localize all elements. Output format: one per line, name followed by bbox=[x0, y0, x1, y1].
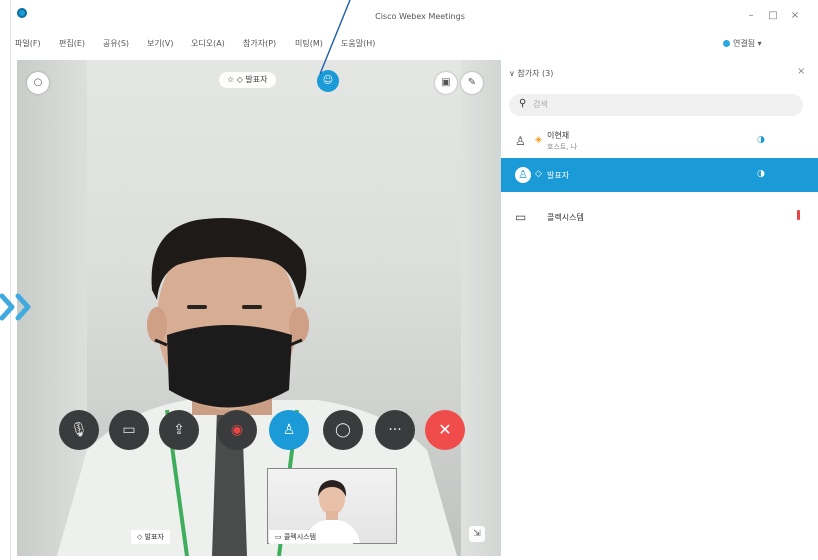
camera-icon: ▭ bbox=[122, 422, 136, 438]
status-icon: ◇ bbox=[535, 169, 542, 179]
participant-role: 호스트, 나 bbox=[547, 143, 578, 151]
person-icon: ♙ bbox=[515, 167, 531, 183]
menu-participants[interactable]: 참가자(P) bbox=[243, 38, 276, 49]
active-speaker-pill: ☆ ◇ 발표자 bbox=[219, 72, 276, 88]
menu-help[interactable]: 도움말(H) bbox=[341, 38, 375, 49]
grid-icon: ▣ bbox=[441, 77, 451, 88]
search-placeholder: 검색 bbox=[533, 100, 548, 109]
menu-file[interactable]: 파일(F) bbox=[15, 38, 41, 49]
layout-grid-button[interactable]: ▣ bbox=[435, 72, 457, 94]
connection-status-label: 연결됨 ▾ bbox=[733, 39, 762, 48]
chat-button[interactable]: ◯ bbox=[323, 410, 363, 450]
self-view-name-tag: ▭ 콜렉시스템 bbox=[269, 530, 353, 544]
video-button[interactable]: ▭ bbox=[109, 410, 149, 450]
circle-icon: ○ bbox=[33, 77, 43, 88]
expand-layout-button[interactable]: ⇲ bbox=[469, 526, 485, 542]
pen-button[interactable]: ✎ bbox=[461, 72, 483, 94]
people-insights-button[interactable]: ☺ bbox=[317, 70, 339, 92]
close-window-button[interactable]: × bbox=[789, 10, 801, 21]
participants-header[interactable]: ∨ 참가자 (3) bbox=[509, 68, 553, 79]
chat-icon: ◯ bbox=[335, 422, 351, 438]
webex-window: Cisco Webex Meetings – □ × 파일(F) 편집(E) 공… bbox=[10, 0, 818, 560]
chevron-right-icon bbox=[0, 293, 31, 321]
minimize-button[interactable]: – bbox=[745, 10, 757, 21]
speaker-video bbox=[57, 218, 457, 556]
participants-panel: ∨ 참가자 (3) × ⚲ 검색 ♙ ◈ 이현재 호스트, 나 ◑ ♙ ◇ 발표… bbox=[501, 60, 818, 556]
end-call-button[interactable]: ✕ bbox=[425, 410, 465, 450]
menu-view[interactable]: 보기(V) bbox=[147, 38, 173, 49]
mute-button[interactable]: 🎙 bbox=[59, 410, 99, 450]
more-button[interactable]: ··· bbox=[375, 410, 415, 450]
menu-bar: 파일(F) 편집(E) 공유(S) 보기(V) 오디오(A) 참가자(P) 미팅… bbox=[11, 34, 818, 52]
audio-icon: ◑ bbox=[757, 169, 765, 179]
menu-meeting[interactable]: 미팅(M) bbox=[295, 38, 323, 49]
share-button[interactable]: ⇪ bbox=[159, 410, 199, 450]
window-title: Cisco Webex Meetings bbox=[375, 12, 465, 21]
expand-icon: ⇲ bbox=[473, 529, 481, 539]
connection-status[interactable]: 연결됨 ▾ bbox=[723, 38, 762, 49]
main-video-name-tag: ◇ 발표자 bbox=[131, 530, 170, 544]
status-icon: ◈ bbox=[535, 135, 542, 145]
video-stage: ○ ☆ ◇ 발표자 ☺ ▣ ✎ 🎙 ▭ ⇪ ◉ ♙ ◯ ··· ✕ ◇ 발표자 … bbox=[17, 60, 501, 556]
close-icon: ✕ bbox=[438, 420, 452, 439]
participant-row[interactable]: ♙ ◈ 이현재 호스트, 나 ◑ bbox=[501, 124, 818, 158]
mic-muted-icon bbox=[797, 210, 800, 220]
menu-audio[interactable]: 오디오(A) bbox=[191, 38, 225, 49]
connection-dot-icon bbox=[723, 40, 730, 47]
video-system-icon: ▭ bbox=[515, 210, 527, 224]
audio-icon: ◑ bbox=[757, 135, 765, 145]
record-button[interactable]: ◉ bbox=[217, 410, 257, 450]
participant-name: 이현재 bbox=[547, 131, 570, 140]
close-panel-icon[interactable]: × bbox=[797, 66, 805, 77]
participant-search-input[interactable]: ⚲ 검색 bbox=[509, 94, 803, 116]
share-icon: ⇪ bbox=[173, 422, 185, 438]
title-bar: Cisco Webex Meetings – □ × bbox=[11, 0, 818, 30]
record-icon: ◉ bbox=[230, 422, 244, 438]
participant-name: 콜렉시스템 bbox=[547, 213, 584, 222]
pen-icon: ✎ bbox=[467, 77, 477, 88]
participant-row[interactable]: ▭ 콜렉시스템 bbox=[501, 200, 818, 234]
smile-icon: ☺ bbox=[322, 75, 334, 86]
participants-button[interactable]: ♙ bbox=[269, 410, 309, 450]
participant-row-selected[interactable]: ♙ ◇ 발표자 ◑ bbox=[501, 158, 818, 192]
participant-name: 발표자 bbox=[547, 171, 570, 180]
search-icon: ⚲ bbox=[519, 98, 527, 109]
maximize-button[interactable]: □ bbox=[767, 10, 779, 21]
person-icon: ♙ bbox=[282, 422, 296, 438]
menu-share[interactable]: 공유(S) bbox=[103, 38, 129, 49]
layout-toggle-button[interactable]: ○ bbox=[27, 72, 49, 94]
menu-edit[interactable]: 편집(E) bbox=[59, 38, 85, 49]
host-person-icon: ♙ bbox=[515, 134, 526, 148]
mic-muted-icon: 🎙 bbox=[70, 422, 88, 438]
more-icon: ··· bbox=[388, 422, 402, 438]
